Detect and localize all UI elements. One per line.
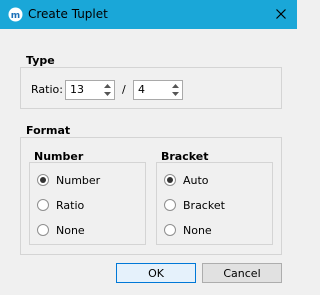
number-option-none[interactable]: None xyxy=(37,222,85,238)
ratio-denominator-spinbox[interactable]: 4 xyxy=(133,80,183,100)
number-option-ratio[interactable]: Ratio xyxy=(37,197,84,213)
chevron-up-icon xyxy=(103,84,111,88)
denominator-decrement-button[interactable] xyxy=(169,90,181,98)
radio-unchecked-icon[interactable] xyxy=(164,224,176,236)
ratio-numerator-spinbox[interactable]: 13 xyxy=(65,80,115,100)
bracket-option-auto-label[interactable]: Auto xyxy=(183,174,209,187)
number-option-number[interactable]: Number xyxy=(37,172,100,188)
number-option-number-label[interactable]: Number xyxy=(56,174,100,187)
numerator-increment-button[interactable] xyxy=(101,82,113,90)
window-title: Create Tuplet xyxy=(28,7,108,21)
radio-checked-icon[interactable] xyxy=(37,174,49,186)
chevron-up-icon xyxy=(171,84,179,88)
musescore-icon: m xyxy=(8,7,23,22)
create-tuplet-dialog: m Create Tuplet Type Ratio: 13 / 4 Forma… xyxy=(0,0,297,295)
numerator-decrement-button[interactable] xyxy=(101,90,113,98)
bracket-option-bracket[interactable]: Bracket xyxy=(164,197,225,213)
ratio-separator: / xyxy=(122,83,126,96)
type-section-label: Type xyxy=(26,54,55,67)
ratio-label: Ratio: xyxy=(31,83,63,96)
radio-checked-icon[interactable] xyxy=(164,174,176,186)
svg-text:m: m xyxy=(11,11,20,21)
cancel-button[interactable]: Cancel xyxy=(202,263,282,283)
bracket-option-none-label[interactable]: None xyxy=(183,224,212,237)
close-icon xyxy=(276,9,286,19)
radio-unchecked-icon[interactable] xyxy=(37,224,49,236)
radio-unchecked-icon[interactable] xyxy=(164,199,176,211)
bracket-option-auto[interactable]: Auto xyxy=(164,172,209,188)
format-section-label: Format xyxy=(26,124,71,137)
bracket-option-none[interactable]: None xyxy=(164,222,212,238)
number-option-ratio-label[interactable]: Ratio xyxy=(56,199,84,212)
ratio-denominator-value[interactable]: 4 xyxy=(138,83,145,97)
chevron-down-icon xyxy=(171,92,179,96)
denominator-increment-button[interactable] xyxy=(169,82,181,90)
bracket-option-bracket-label[interactable]: Bracket xyxy=(183,199,225,212)
title-bar[interactable]: m Create Tuplet xyxy=(0,0,297,29)
number-option-none-label[interactable]: None xyxy=(56,224,85,237)
ok-button[interactable]: OK xyxy=(116,263,196,283)
ratio-numerator-value[interactable]: 13 xyxy=(70,83,84,97)
chevron-down-icon xyxy=(103,92,111,96)
radio-unchecked-icon[interactable] xyxy=(37,199,49,211)
close-button[interactable] xyxy=(271,5,291,23)
